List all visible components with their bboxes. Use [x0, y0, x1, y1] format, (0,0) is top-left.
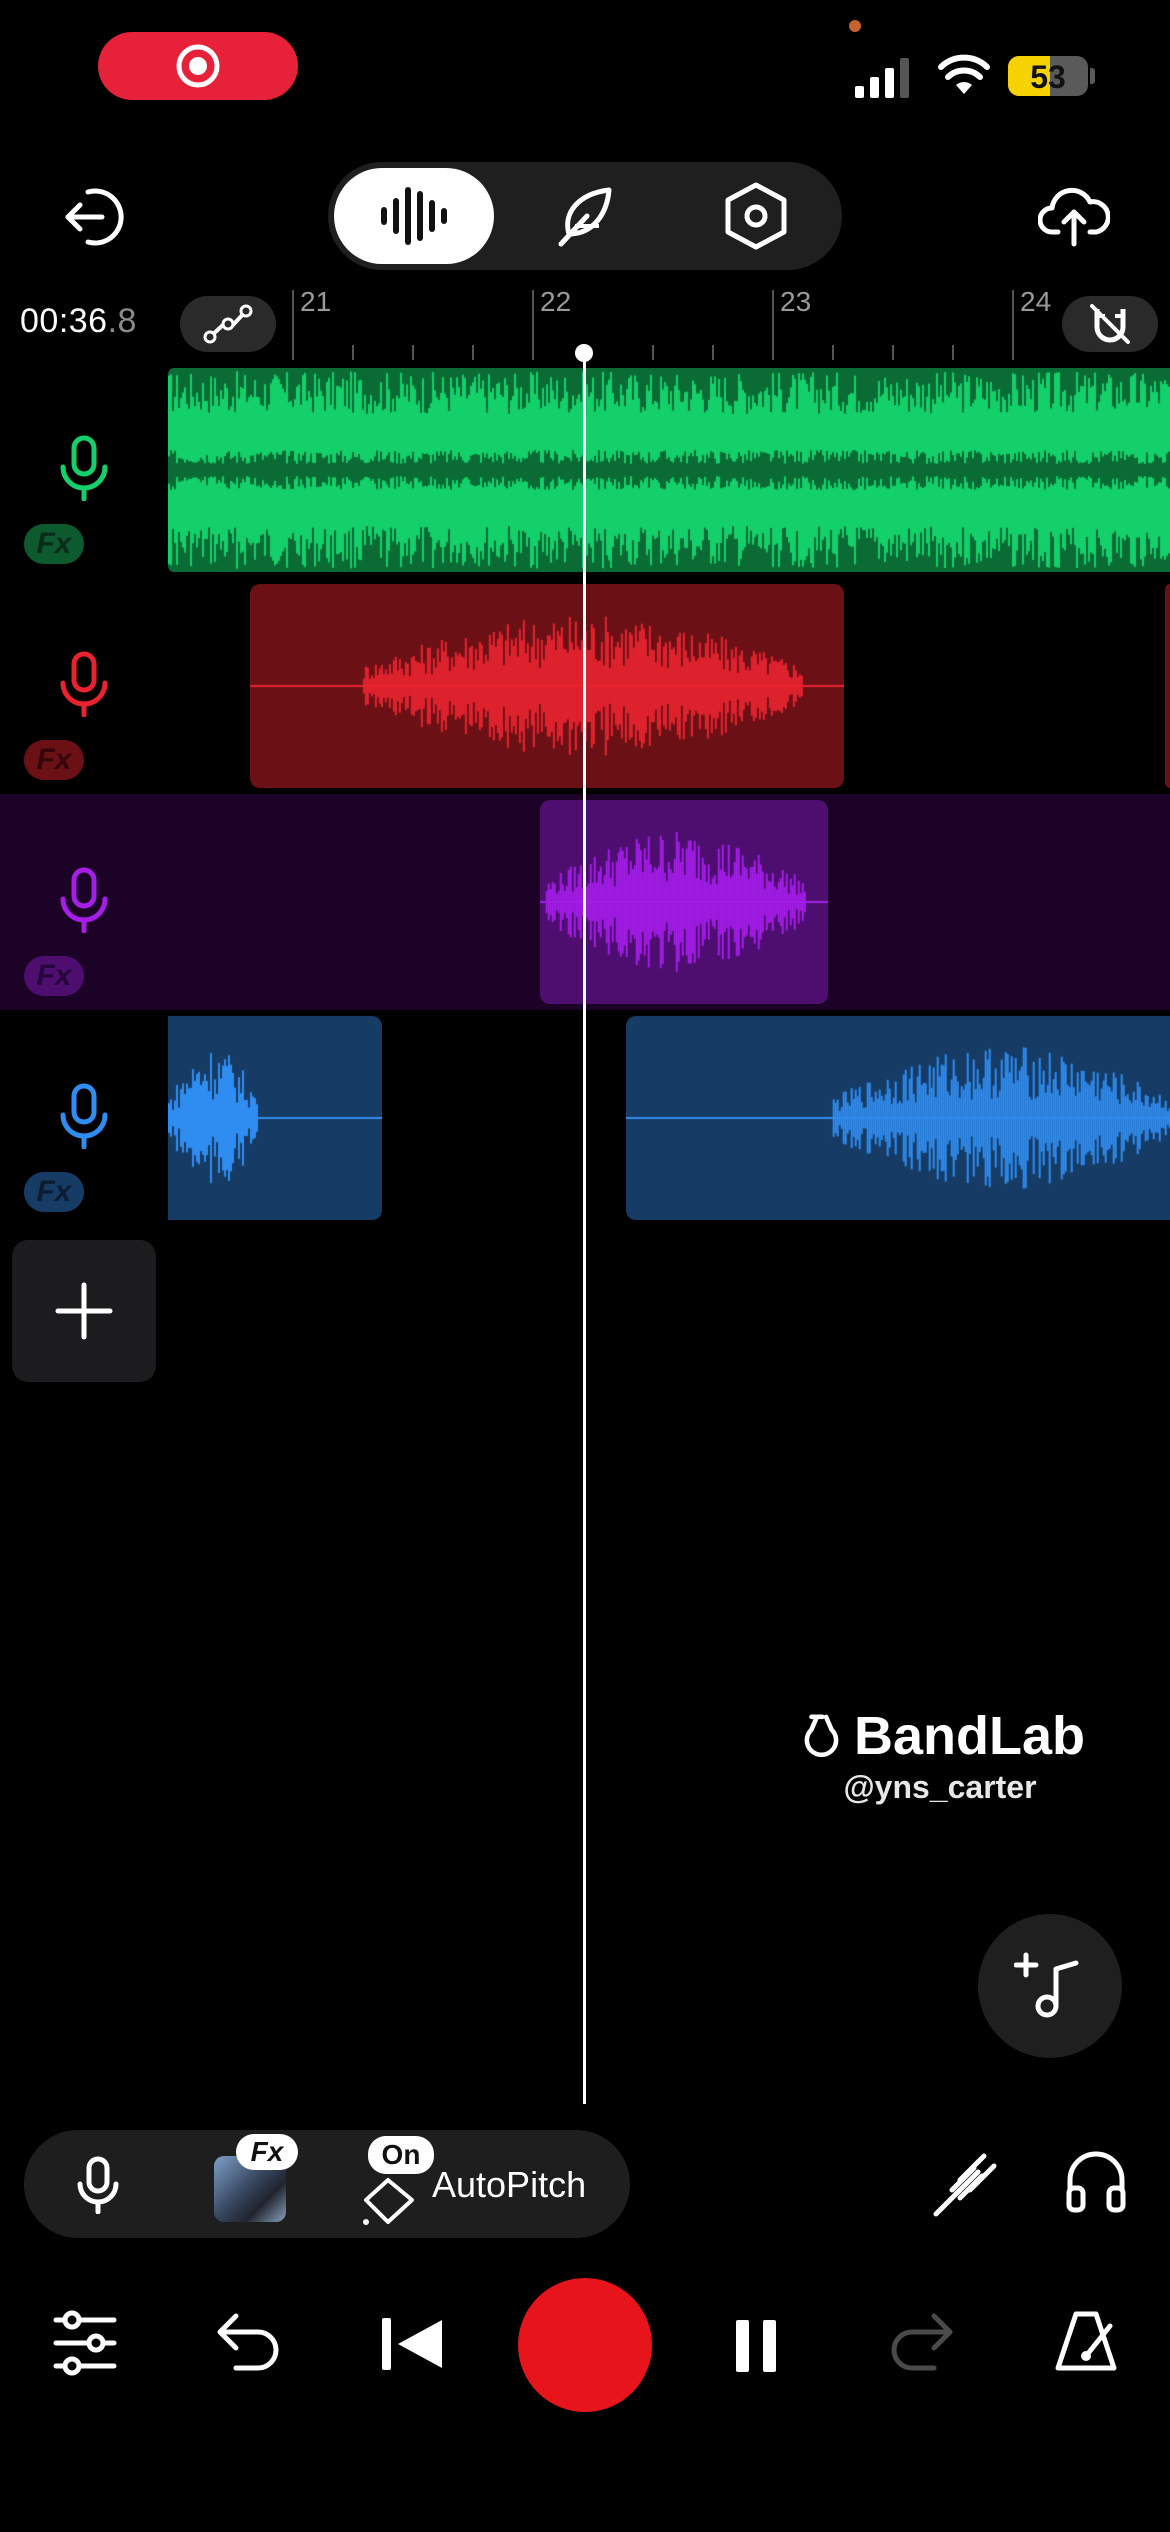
- privacy-indicator-dot: [849, 20, 861, 32]
- battery-indicator: 53: [1008, 56, 1088, 96]
- redo-icon[interactable]: [890, 2310, 956, 2372]
- ruler-minor-tick: [952, 345, 954, 360]
- plus-icon: [55, 1282, 113, 1340]
- cloud-upload-icon[interactable]: [1038, 182, 1110, 248]
- track-fx-button[interactable]: Fx: [24, 956, 84, 996]
- audio-clip[interactable]: [626, 1016, 1170, 1220]
- ruler-minor-tick: [472, 345, 474, 360]
- microphone-icon[interactable]: [44, 428, 124, 508]
- add-music-icon: [1014, 1952, 1079, 2018]
- fx-badge: Fx: [236, 2134, 298, 2170]
- ruler-label: 23: [780, 286, 812, 317]
- brand-name: BandLab: [853, 1706, 1085, 1766]
- playhead[interactable]: [583, 352, 586, 2104]
- audio-clip[interactable]: [250, 584, 844, 788]
- automation-button[interactable]: [180, 296, 276, 352]
- waveform-icon: [381, 187, 447, 245]
- ruler-minor-tick: [412, 345, 414, 360]
- ruler-minor-tick: [352, 345, 354, 360]
- bandlab-watermark: BandLab @yns_carter: [795, 1705, 1085, 1806]
- view-switcher: [328, 162, 842, 270]
- microphone-icon[interactable]: [44, 860, 124, 940]
- tab-tracks[interactable]: [334, 168, 494, 264]
- add-track-button[interactable]: [12, 1240, 156, 1382]
- ruler-major-tick: [1012, 290, 1014, 360]
- ruler-minor-tick: [832, 345, 834, 360]
- track-header-2[interactable]: [44, 644, 124, 724]
- battery-level: 53: [1030, 59, 1066, 95]
- automation-curve-icon: [203, 304, 253, 344]
- ruler-label: 22: [540, 286, 572, 317]
- cellular-signal-icon: [855, 58, 909, 98]
- microphone-icon[interactable]: [44, 1076, 124, 1156]
- audio-clip[interactable]: [168, 1016, 382, 1220]
- input-controls-bar: Fx On AutoPitch: [24, 2130, 630, 2238]
- track-fx-button[interactable]: Fx: [24, 524, 84, 564]
- ruler-label: 24: [1020, 286, 1052, 317]
- pause-icon[interactable]: [734, 2318, 778, 2374]
- undo-icon[interactable]: [214, 2310, 280, 2372]
- audio-clip[interactable]: [1165, 584, 1170, 788]
- audio-clip[interactable]: [168, 368, 1170, 572]
- ruler-minor-tick: [892, 345, 894, 360]
- autopitch-icon[interactable]: [360, 2172, 420, 2228]
- ruler-minor-tick: [652, 345, 654, 360]
- microphone-icon[interactable]: [44, 644, 124, 724]
- playback-time-main: 00:36: [20, 302, 108, 340]
- ruler-major-tick: [532, 290, 534, 360]
- microphone-icon[interactable]: [76, 2156, 120, 2214]
- ruler-major-tick: [772, 290, 774, 360]
- autopitch-on-badge: On: [368, 2136, 434, 2174]
- tab-lyrics[interactable]: [505, 168, 665, 264]
- bandlab-logo-icon: [804, 1714, 839, 1758]
- feather-icon: [558, 187, 612, 247]
- ruler-minor-tick: [712, 345, 714, 360]
- add-music-button[interactable]: [978, 1914, 1122, 2058]
- ruler-major-tick: [292, 290, 294, 360]
- wifi-icon: [938, 54, 990, 94]
- playhead-handle[interactable]: [575, 344, 593, 362]
- mixer-icon[interactable]: [52, 2310, 118, 2376]
- brand-username: @yns_carter: [843, 1769, 1037, 1805]
- record-button[interactable]: [518, 2278, 652, 2412]
- track-header-3[interactable]: [44, 860, 124, 940]
- tuning-fork-icon[interactable]: [930, 2150, 1000, 2220]
- playback-time: 00:36.8: [20, 302, 137, 341]
- headphones-icon[interactable]: [1064, 2150, 1128, 2214]
- hexagon-settings-icon: [725, 182, 787, 250]
- track-header-1[interactable]: [44, 428, 124, 508]
- track-header-4[interactable]: [44, 1076, 124, 1156]
- tab-settings[interactable]: [676, 168, 836, 264]
- snap-toggle-button[interactable]: [1062, 296, 1158, 352]
- skip-to-start-icon[interactable]: [380, 2316, 444, 2372]
- magnet-off-icon: [1090, 304, 1130, 344]
- ruler-label: 21: [300, 286, 332, 317]
- record-icon: [176, 44, 220, 88]
- metronome-icon[interactable]: [1052, 2310, 1120, 2374]
- track-fx-button[interactable]: Fx: [24, 1172, 84, 1212]
- battery-tip: [1090, 68, 1095, 84]
- screen-recording-indicator[interactable]: [98, 32, 298, 100]
- autopitch-label[interactable]: AutoPitch: [432, 2164, 586, 2206]
- track-fx-button[interactable]: Fx: [24, 740, 84, 780]
- playback-time-fraction: .8: [107, 302, 137, 340]
- exit-icon[interactable]: [62, 184, 128, 250]
